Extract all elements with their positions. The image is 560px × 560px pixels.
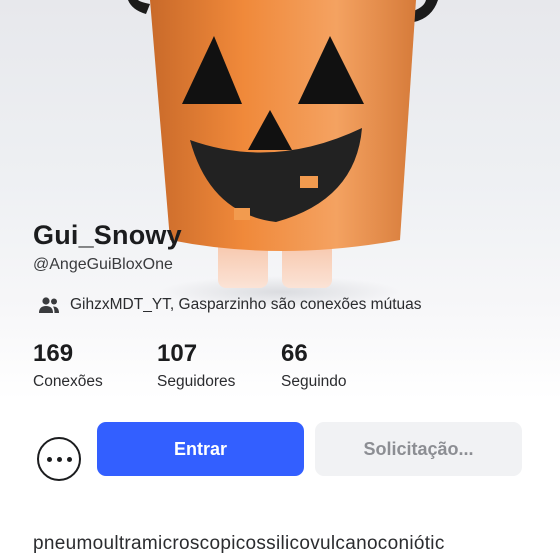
people-icon (39, 297, 59, 313)
stat-followers-value: 107 (157, 340, 198, 367)
mutual-connections[interactable]: GihzxMDT_YT, Gasparzinho são conexões mú… (38, 294, 422, 316)
join-button[interactable]: Entrar (97, 422, 304, 476)
stat-following-value: 66 (281, 340, 308, 367)
more-options-button[interactable] (37, 437, 81, 481)
stat-followers-label: Seguidores (157, 373, 236, 390)
stat-following[interactable]: 66 Seguindo (281, 340, 347, 391)
stat-followers[interactable]: 107 Seguidores (157, 340, 235, 391)
stat-connections-label: Conexões (33, 373, 103, 390)
ellipsis-icon (44, 456, 74, 462)
stat-following-label: Seguindo (281, 373, 347, 390)
stat-connections-value: 169 (33, 340, 74, 367)
stat-connections[interactable]: 169 Conexões (33, 340, 103, 391)
about-text: pneumoultramicroscopicossilicovulcanocon… (33, 533, 445, 554)
profile-stats: 169 Conexões 107 Seguidores 66 Seguindo (0, 340, 560, 400)
mutual-connections-text: GihzxMDT_YT, Gasparzinho são conexões mú… (70, 296, 422, 313)
request-button[interactable]: Solicitação... (315, 422, 522, 476)
username: @AngeGuiBloxOne (33, 256, 173, 273)
display-name: Gui_Snowy (33, 220, 182, 250)
